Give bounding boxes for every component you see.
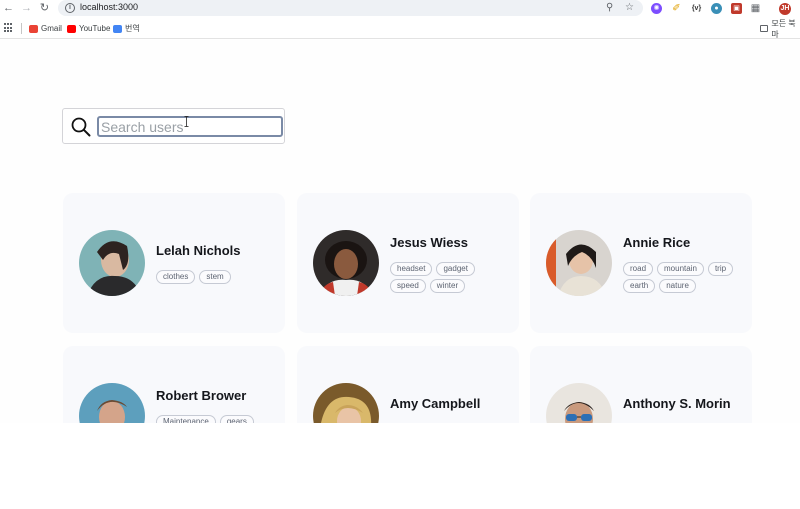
- bookmark-label: 번역: [125, 24, 140, 33]
- avatar: [79, 383, 145, 423]
- tag[interactable]: trip: [707, 262, 734, 276]
- profile-avatar[interactable]: JH: [779, 3, 791, 15]
- user-name: Jesus Wiess: [390, 235, 468, 250]
- tag[interactable]: speed: [390, 279, 426, 293]
- bookmarks-bar: Gmail YouTube 번역 모든 북마: [0, 18, 800, 39]
- gmail-icon: [29, 24, 38, 33]
- tag[interactable]: mountain: [657, 262, 704, 276]
- user-name: Annie Rice: [623, 235, 691, 250]
- user-photo: [79, 383, 145, 423]
- avatar: [546, 383, 612, 423]
- extension-gear-icon[interactable]: ✺: [651, 3, 662, 14]
- youtube-icon: [67, 24, 76, 33]
- address-bar[interactable]: i localhost:3000 ⚲ ☆: [58, 0, 643, 16]
- tag-list: clothes stem: [156, 270, 274, 284]
- user-name: Anthony S. Morin: [623, 396, 731, 411]
- tag[interactable]: Maintenance: [156, 415, 216, 423]
- reload-icon[interactable]: ↻: [38, 2, 51, 15]
- extension-image-icon[interactable]: ▣: [731, 3, 742, 14]
- extension-globe-icon[interactable]: ●: [711, 3, 722, 14]
- all-bookmarks[interactable]: 모든 북마: [760, 19, 800, 39]
- bookmarks-divider: [21, 23, 22, 34]
- text-cursor-icon: [184, 116, 189, 127]
- avatar: [313, 230, 379, 296]
- user-card[interactable]: Lelah Nichols clothes stem: [63, 193, 285, 333]
- user-photo: [313, 383, 379, 423]
- zoom-icon[interactable]: ⚲: [606, 2, 613, 14]
- forward-icon[interactable]: →: [20, 2, 33, 15]
- page-viewport: Lelah Nichols clothes stem Jesus Wiess h…: [0, 40, 800, 423]
- user-card[interactable]: Amy Campbell: [297, 346, 519, 423]
- bookmark-label: Gmail: [41, 24, 62, 33]
- site-info-icon[interactable]: i: [65, 3, 75, 13]
- avatar: [546, 230, 612, 296]
- extension-pen-icon[interactable]: ✐: [671, 3, 682, 14]
- tag-list: Maintenance gears: [156, 415, 274, 423]
- extensions-puzzle-icon[interactable]: ▦: [750, 3, 761, 14]
- tag[interactable]: earth: [623, 279, 656, 293]
- avatar: [313, 383, 379, 423]
- user-photo: [546, 383, 612, 423]
- all-bookmarks-label: 모든 북마: [771, 18, 796, 39]
- search-container: [62, 108, 285, 144]
- user-card[interactable]: Anthony S. Morin: [530, 346, 752, 423]
- user-photo: [313, 230, 379, 296]
- user-card[interactable]: Jesus Wiess headset gadget speed winter: [297, 193, 519, 333]
- extension-json-icon[interactable]: {v}: [691, 3, 702, 14]
- bookmark-youtube[interactable]: YouTube: [67, 23, 110, 34]
- browser-toolbar: ← → ↻ i localhost:3000 ⚲ ☆ ✺ ✐ {v} ● ▣ ▦…: [0, 0, 800, 17]
- bookmark-translate[interactable]: 번역: [113, 23, 140, 34]
- user-photo: [546, 230, 612, 296]
- tag-list: road mountain trip earth nature: [623, 262, 741, 293]
- translate-icon: [113, 24, 122, 33]
- tag[interactable]: clothes: [156, 270, 196, 284]
- user-card[interactable]: Robert Brower Maintenance gears: [63, 346, 285, 423]
- tag[interactable]: gadget: [436, 262, 475, 276]
- user-name: Amy Campbell: [390, 396, 481, 411]
- user-photo: [79, 230, 145, 296]
- tag[interactable]: gears: [219, 415, 254, 423]
- user-name: Robert Brower: [156, 388, 247, 403]
- tag[interactable]: nature: [659, 279, 696, 293]
- folder-icon: [760, 25, 769, 32]
- back-icon[interactable]: ←: [2, 2, 15, 15]
- page-blank-area: [0, 423, 800, 509]
- search-icon: [71, 117, 91, 137]
- bookmark-label: YouTube: [79, 24, 111, 33]
- user-name: Lelah Nichols: [156, 243, 241, 258]
- tag[interactable]: headset: [390, 262, 433, 276]
- tag[interactable]: road: [623, 262, 654, 276]
- apps-grid-icon[interactable]: [4, 23, 14, 33]
- address-url[interactable]: localhost:3000: [80, 2, 138, 12]
- search-input[interactable]: [97, 116, 283, 137]
- bookmark-star-icon[interactable]: ☆: [625, 2, 634, 14]
- tag[interactable]: winter: [429, 279, 466, 293]
- avatar: [79, 230, 145, 296]
- user-card[interactable]: Annie Rice road mountain trip earth natu…: [530, 193, 752, 333]
- tag-list: headset gadget speed winter: [390, 262, 508, 293]
- bookmark-gmail[interactable]: Gmail: [29, 23, 62, 34]
- tag[interactable]: stem: [199, 270, 231, 284]
